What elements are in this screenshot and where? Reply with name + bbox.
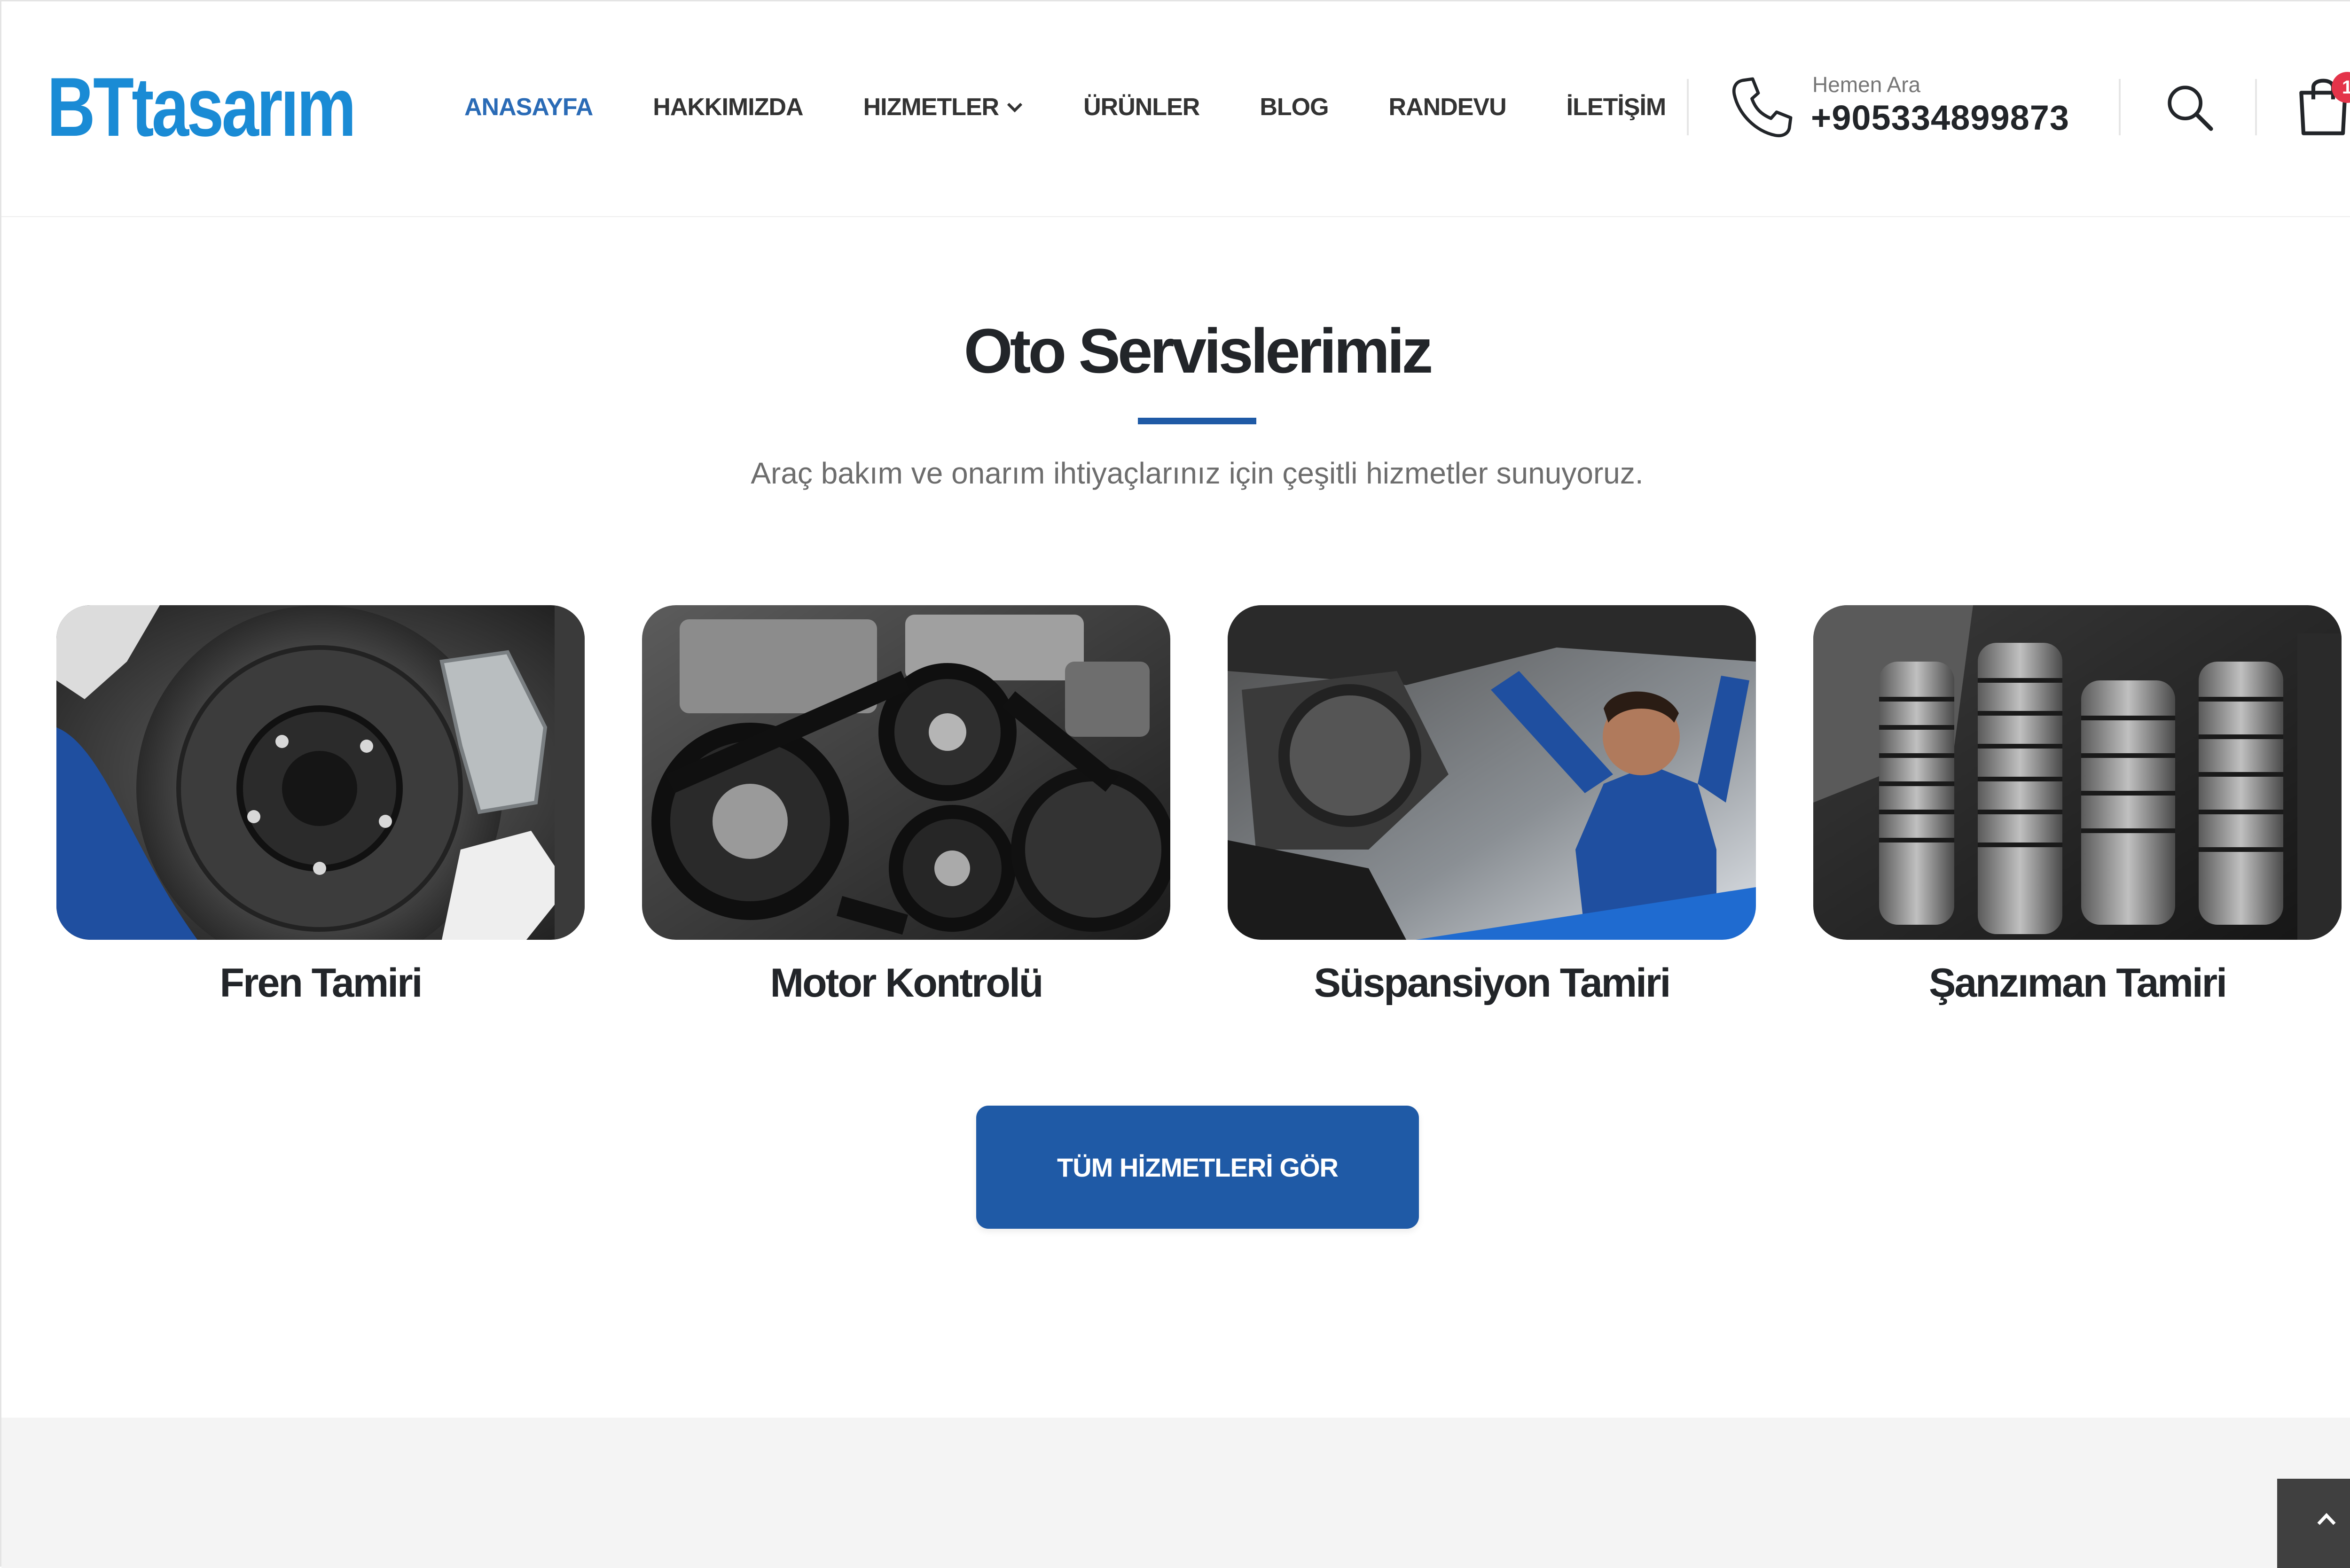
section-title: Oto Servislerimiz: [964, 316, 1434, 386]
nav-item-hakkimizda[interactable]: HAKKIMIZDA: [653, 93, 803, 121]
scroll-top-button[interactable]: [2277, 1479, 2350, 1568]
nav-item-blog[interactable]: BLOG: [1260, 93, 1329, 121]
service-card-fren[interactable]: [56, 605, 585, 940]
service-title-suspansiyon[interactable]: Süspansiyon Tamiri: [1228, 960, 1756, 1006]
phone-number[interactable]: +905334899873: [1811, 98, 2069, 138]
divider: [2255, 79, 2257, 135]
divider: [1687, 79, 1689, 135]
search-icon[interactable]: [2163, 81, 2215, 133]
engine-belt-image: [642, 605, 1170, 940]
divider: [2119, 79, 2121, 135]
chevron-down-icon: [1007, 102, 1023, 113]
gearbox-image: [1813, 605, 2342, 940]
nav-item-anasayfa[interactable]: ANASAYFA: [464, 93, 593, 121]
brand-logo[interactable]: BTtasarım: [47, 60, 356, 154]
main-nav: ANASAYFA HAKKIMIZDA HIZMETLER ÜRÜNLER BL…: [464, 86, 1666, 128]
nav-item-hizmetler-label: HIZMETLER: [863, 94, 1000, 121]
service-card-suspansiyon[interactable]: [1228, 605, 1756, 940]
service-card-sanziman[interactable]: [1813, 605, 2342, 940]
site-header: BTtasarım ANASAYFA HAKKIMIZDA HIZMETLER …: [1, 1, 2350, 217]
brake-disc-image: [56, 605, 585, 940]
footer-band: [1, 1418, 2350, 1568]
call-label: Hemen Ara: [1812, 72, 1921, 97]
page: BTtasarım ANASAYFA HAKKIMIZDA HIZMETLER …: [0, 0, 2350, 1568]
chevron-up-icon: [2317, 1513, 2336, 1525]
service-title-motor[interactable]: Motor Kontrolü: [642, 960, 1170, 1006]
phone-icon: [1732, 77, 1793, 138]
all-services-button[interactable]: TÜM HİZMETLERİ GÖR: [976, 1106, 1419, 1229]
title-underline: [1138, 418, 1256, 424]
service-title-fren[interactable]: Fren Tamiri: [56, 960, 585, 1006]
nav-item-randevu[interactable]: RANDEVU: [1389, 93, 1507, 121]
nav-item-hizmetler[interactable]: HIZMETLER: [863, 93, 1024, 121]
nav-item-urunler[interactable]: ÜRÜNLER: [1083, 93, 1200, 121]
section-subtitle: Araç bakım ve onarım ihtiyaçlarınız için…: [751, 456, 1644, 490]
nav-item-iletisim[interactable]: İLETİŞİM: [1567, 93, 1667, 121]
mechanic-suspension-image: [1228, 605, 1756, 940]
service-title-sanziman[interactable]: Şanzıman Tamiri: [1813, 960, 2342, 1006]
service-card-motor[interactable]: [642, 605, 1170, 940]
